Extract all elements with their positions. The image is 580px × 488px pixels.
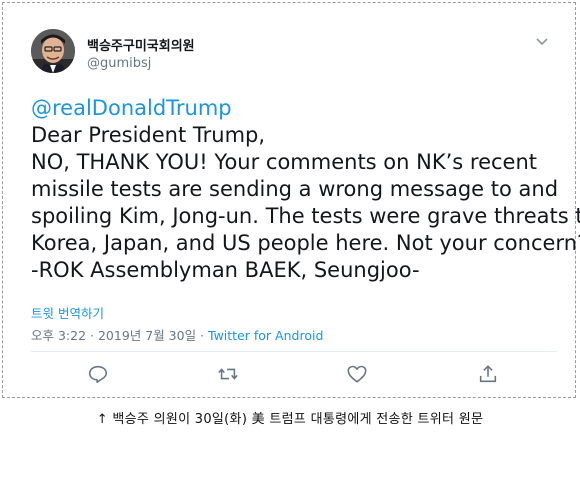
tweet-frame: 백승주구미국회의원 @gumibsj @realDonaldTrump Dear… xyxy=(2,2,580,398)
avatar[interactable] xyxy=(31,29,75,73)
retweet-icon[interactable] xyxy=(217,363,239,385)
tweet-line: NO, THANK YOU! Your comments on NK’s rec… xyxy=(31,150,537,174)
like-icon[interactable] xyxy=(346,363,368,385)
tweet-meta: 오후 3:22 · 2019년 7월 30일 · Twitter for And… xyxy=(31,325,323,344)
tweet-card: 백승주구미국회의원 @gumibsj @realDonaldTrump Dear… xyxy=(11,11,580,391)
source-link[interactable]: Twitter for Android xyxy=(208,328,323,343)
image-caption: ↑ 백승주 의원이 30일(화) 美 트럼프 대통령에게 전송한 트위터 원문 xyxy=(96,412,484,427)
tweet-line: Korea, Japan, and US people here. Not yo… xyxy=(31,231,580,255)
display-name[interactable]: 백승주구미국회의원 xyxy=(87,35,195,54)
mention-link[interactable]: @realDonaldTrump xyxy=(31,95,567,122)
divider xyxy=(31,351,557,352)
tweet-line: spoiling Kim, Jong-un. The tests were gr… xyxy=(31,204,580,228)
tweet-text: @realDonaldTrump Dear President Trump, N… xyxy=(31,95,580,284)
tweet-line: missile tests are sending a wrong messag… xyxy=(31,177,559,201)
chevron-down-icon[interactable] xyxy=(535,33,549,47)
tweet-line: Dear President Trump, xyxy=(31,123,266,147)
timestamp[interactable]: 오후 3:22 · 2019년 7월 30일 · xyxy=(31,328,208,343)
reply-icon[interactable] xyxy=(87,363,109,385)
translate-tweet-link[interactable]: 트윗 번역하기 xyxy=(31,303,104,322)
share-icon[interactable] xyxy=(477,363,499,385)
tweet-line: -ROK Assemblyman BAEK, Seungjoo- xyxy=(31,258,420,282)
user-handle[interactable]: @gumibsj xyxy=(87,56,151,71)
